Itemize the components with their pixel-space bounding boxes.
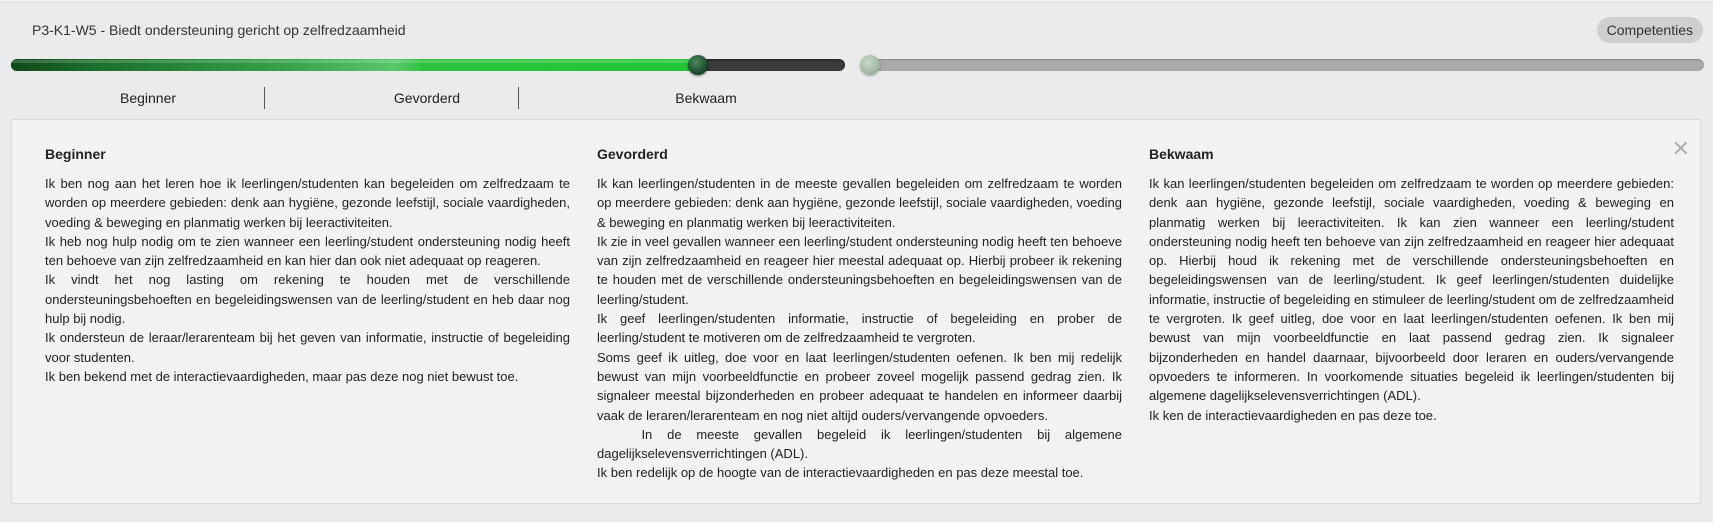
- column-text-line: Ik kan leerlingen/studenten in de meeste…: [597, 176, 1122, 230]
- level-slider-handle[interactable]: [688, 55, 709, 75]
- level-slider-fill: [11, 59, 699, 71]
- level-gevorderd[interactable]: Gevorderd: [394, 90, 460, 106]
- column-bekwaam: Bekwaam Ik kan leerlingen/studenten bege…: [1149, 146, 1674, 425]
- column-heading: Gevorderd: [597, 146, 668, 162]
- column-text-line: Soms geef ik uitleg, doe voor en laat le…: [597, 349, 1122, 423]
- column-text-line: Ik ben nog aan het leren hoe ik leerling…: [45, 176, 570, 230]
- secondary-slider-handle[interactable]: [860, 55, 880, 75]
- page-title: P3-K1-W5 - Biedt ondersteuning gericht o…: [32, 22, 406, 38]
- column-text-line: In de meeste gevallen begeleid ik leerli…: [597, 426, 1126, 462]
- competence-card: P3-K1-W5 - Biedt ondersteuning gericht o…: [0, 2, 1713, 522]
- level-beginner[interactable]: Beginner: [120, 90, 176, 106]
- level-slider-track[interactable]: [11, 55, 845, 75]
- level-divider: [518, 87, 519, 109]
- column-text-line: Ik vindt het nog lasting om rekening te …: [45, 272, 570, 327]
- level-description-panel: ✕ Beginner Ik ben nog aan het leren hoe …: [11, 119, 1701, 504]
- column-text-line: Ik kan leerlingen/studenten begeleiden o…: [1149, 176, 1674, 404]
- column-text-line: Ik geef leerlingen/studenten informatie,…: [597, 311, 1122, 346]
- column-beginner: Beginner Ik ben nog aan het leren hoe ik…: [45, 146, 570, 386]
- secondary-slider-track[interactable]: [860, 55, 1704, 75]
- column-text-line: Ik ondersteun de leraar/lerarenteam bij …: [45, 330, 570, 365]
- column-heading: Bekwaam: [1149, 146, 1214, 162]
- column-heading: Beginner: [45, 146, 106, 162]
- column-text-line: Ik ken de interactievaardigheden en pas …: [1149, 407, 1437, 423]
- column-text-line: Ik zie in veel gevallen wanneer een leer…: [597, 233, 1122, 307]
- level-bekwaam[interactable]: Bekwaam: [675, 90, 736, 106]
- column-gevorderd: Gevorderd Ik kan leerlingen/studenten in…: [597, 146, 1122, 483]
- close-icon[interactable]: ✕: [1672, 138, 1690, 160]
- column-text-line: Ik ben redelijk op de hoogte van de inte…: [597, 465, 1084, 481]
- level-divider: [264, 87, 265, 109]
- column-text-line: Ik heb nog hulp nodig om te zien wanneer…: [45, 233, 570, 269]
- column-text-line: Ik ben bekend met de interactievaardighe…: [45, 368, 519, 384]
- competenties-button[interactable]: Competenties: [1596, 17, 1703, 43]
